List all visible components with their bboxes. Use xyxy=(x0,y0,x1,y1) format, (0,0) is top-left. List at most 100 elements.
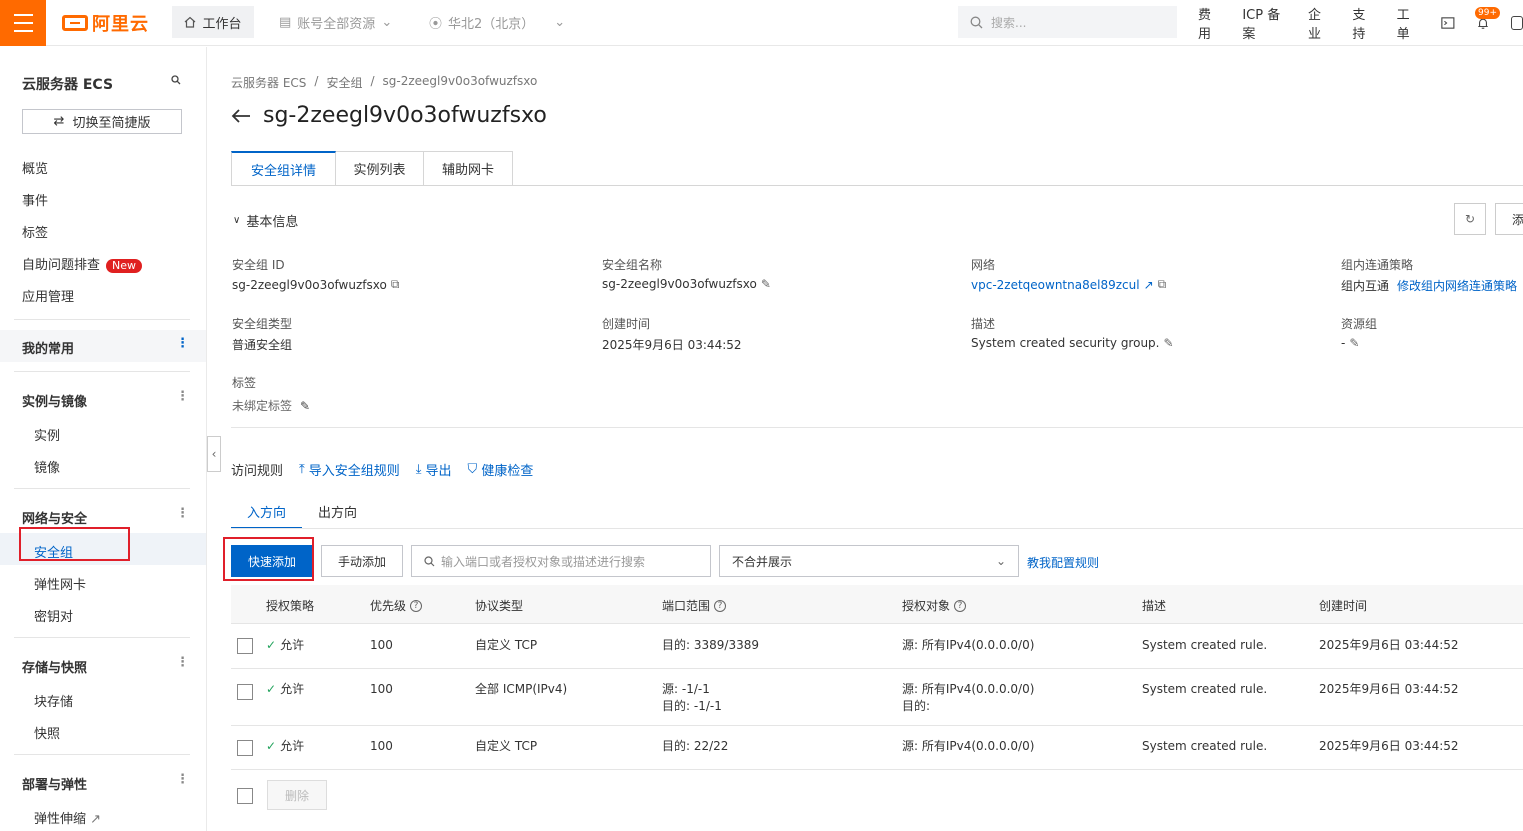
resource-scope-select[interactable]: ▤ 账号全部资源 ⌄ xyxy=(279,6,392,38)
manual-add-button[interactable]: 手动添加 xyxy=(321,545,403,577)
vpc-link[interactable]: vpc-2zetqeowntna8el89zcul xyxy=(971,278,1140,292)
more-icon[interactable]: ⋮ xyxy=(176,655,189,670)
search-icon xyxy=(970,16,983,28)
more-icon[interactable]: ⋮ xyxy=(176,506,189,521)
sidebar-item-overview[interactable]: 概览 xyxy=(22,158,48,177)
sidebar-group-network[interactable]: 网络与安全 xyxy=(22,508,87,527)
sidebar-group-storage[interactable]: 存储与快照 xyxy=(22,657,87,676)
more-icon[interactable]: ⋮ xyxy=(176,772,189,787)
sidebar-divider xyxy=(14,319,190,320)
merge-display-select[interactable]: 不合并展示 ⌄ xyxy=(719,545,1019,577)
tab-inbound[interactable]: 入方向 xyxy=(231,502,303,529)
health-check-link[interactable]: ⛉ 健康检查 xyxy=(468,460,534,479)
chevron-down-icon: ⌄ xyxy=(381,14,393,30)
add-button[interactable]: 添 xyxy=(1495,203,1523,235)
sidebar-item-image[interactable]: 镜像 xyxy=(34,457,60,476)
desc-cell: System created rule. xyxy=(1142,739,1268,753)
menu-icon[interactable] xyxy=(0,0,46,46)
region-select[interactable]: ⦿ 华北2（北京） ⌄ xyxy=(429,6,565,38)
switch-simple-label: 切换至简捷版 xyxy=(72,116,151,131)
help-icon[interactable]: ? xyxy=(410,599,423,612)
row-checkbox[interactable] xyxy=(237,740,253,756)
sidebar-group-deploy[interactable]: 部署与弹性 xyxy=(22,774,87,793)
brand-name: 阿里云 xyxy=(92,14,149,35)
help-icon[interactable]: ? xyxy=(954,599,967,612)
sidebar-item-tags[interactable]: 标签 xyxy=(22,222,48,241)
copy-icon[interactable]: ⧉ xyxy=(1158,277,1167,292)
edit-icon[interactable]: ✎ xyxy=(1349,336,1359,350)
breadcrumb-security-group[interactable]: 安全组 xyxy=(326,74,362,91)
import-rules-link[interactable]: ⤒ 导入安全组规则 xyxy=(299,460,400,479)
user-icon[interactable] xyxy=(1510,16,1523,30)
priority-cell: 100 xyxy=(370,682,393,696)
sidebar-group-mine[interactable]: 我的常用 xyxy=(22,338,74,357)
intra-policy-text: 组内互通 xyxy=(1341,279,1390,293)
breadcrumb-ecs[interactable]: 云服务器 ECS xyxy=(231,74,306,91)
priority-cell: 100 xyxy=(370,638,393,652)
tags-text: 未绑定标签 xyxy=(232,399,293,413)
target-cell: 源: 所有IPv4(0.0.0.0/0) xyxy=(902,638,1035,652)
terminal-icon[interactable] xyxy=(1441,16,1455,30)
sidebar-item-keypair[interactable]: 密钥对 xyxy=(34,606,73,625)
basic-info-toggle[interactable]: ∨ 基本信息 xyxy=(233,211,298,230)
sidebar-divider xyxy=(14,371,190,372)
more-icon[interactable]: ⋮ xyxy=(176,336,189,351)
switch-simple-button[interactable]: ⇄ 切换至简捷版 xyxy=(22,109,182,134)
policy-cell: ✓ 允许 xyxy=(266,738,304,755)
edit-icon[interactable]: ✎ xyxy=(761,277,771,291)
network-label: 网络 xyxy=(971,258,996,272)
select-all-checkbox[interactable] xyxy=(237,788,253,804)
breadcrumb-separator: / xyxy=(314,74,319,88)
search-icon[interactable] xyxy=(171,75,181,85)
global-search-input[interactable]: 搜索... xyxy=(958,6,1177,38)
tags-value: 未绑定标签 ✎ xyxy=(232,397,310,414)
sidebar-item-autoscaling[interactable]: 弹性伸缩 ↗ xyxy=(34,808,101,827)
sg-id-text: sg-2zeegl9v0o3ofwuzfsxo xyxy=(232,277,387,292)
top-link-enterprise[interactable]: 企业 xyxy=(1308,4,1330,42)
arrow-left-icon[interactable] xyxy=(231,108,251,124)
region-label: 华北2（北京） xyxy=(448,16,535,32)
aliyun-logo[interactable]: 阿里云 xyxy=(62,11,149,35)
tab-secondary-eni[interactable]: 辅助网卡 xyxy=(424,151,513,186)
help-icon[interactable]: ? xyxy=(714,599,727,612)
top-link-support[interactable]: 支持 xyxy=(1352,4,1374,42)
sidebar-item-app-management[interactable]: 应用管理 xyxy=(22,286,74,305)
row-checkbox[interactable] xyxy=(237,684,253,700)
home-icon xyxy=(185,16,196,28)
tab-sg-details[interactable]: 安全组详情 xyxy=(231,151,336,186)
top-link-icp[interactable]: ICP 备案 xyxy=(1242,4,1286,42)
top-link-billing[interactable]: 费用 xyxy=(1198,4,1220,42)
top-link-ticket[interactable]: 工单 xyxy=(1397,4,1419,42)
col-priority: 优先级? xyxy=(370,597,423,614)
sidebar-item-autoscaling-label: 弹性伸缩 xyxy=(34,812,87,827)
export-link[interactable]: ⤓ 导出 xyxy=(416,460,452,479)
sidebar-item-instance[interactable]: 实例 xyxy=(34,425,60,444)
policy-cell: ✓ 允许 xyxy=(266,681,304,698)
tab-instance-list[interactable]: 实例列表 xyxy=(336,151,424,186)
delete-button[interactable]: 删除 xyxy=(267,780,327,810)
sidebar-item-snapshot[interactable]: 快照 xyxy=(34,723,60,742)
sidebar-item-events[interactable]: 事件 xyxy=(22,190,48,209)
tab-outbound[interactable]: 出方向 xyxy=(302,502,373,529)
refresh-button[interactable]: ↻ xyxy=(1454,203,1486,235)
modify-intra-policy-link[interactable]: 修改组内网络连通策略 xyxy=(1397,277,1517,294)
sidebar-item-eni[interactable]: 弹性网卡 xyxy=(34,574,86,593)
sidebar-group-instances[interactable]: 实例与镜像 xyxy=(22,391,87,410)
rule-search-input[interactable]: 输入端口或者授权对象或描述进行搜索 xyxy=(411,545,711,577)
notification-badge: 99+ xyxy=(1475,7,1500,19)
sidebar-item-troubleshoot[interactable]: 自助问题排查 New xyxy=(22,254,143,273)
edit-icon[interactable]: ✎ xyxy=(1163,336,1173,350)
top-links: 费用 ICP 备案 企业 支持 工单 xyxy=(1198,0,1523,46)
copy-icon[interactable]: ⧉ xyxy=(391,277,400,292)
search-icon xyxy=(424,555,435,566)
workbench-button[interactable]: 工作台 xyxy=(172,6,254,38)
priority-cell: 100 xyxy=(370,739,393,753)
workbench-label: 工作台 xyxy=(202,16,242,32)
row-checkbox[interactable] xyxy=(237,638,253,654)
sidebar-item-block-storage[interactable]: 块存储 xyxy=(34,691,73,710)
external-link-icon[interactable]: ↗ xyxy=(1144,278,1154,292)
edit-icon[interactable]: ✎ xyxy=(300,399,310,413)
policy-text: 允许 xyxy=(280,739,305,753)
more-icon[interactable]: ⋮ xyxy=(176,389,189,404)
config-help-link[interactable]: 教我配置规则 xyxy=(1027,554,1099,571)
